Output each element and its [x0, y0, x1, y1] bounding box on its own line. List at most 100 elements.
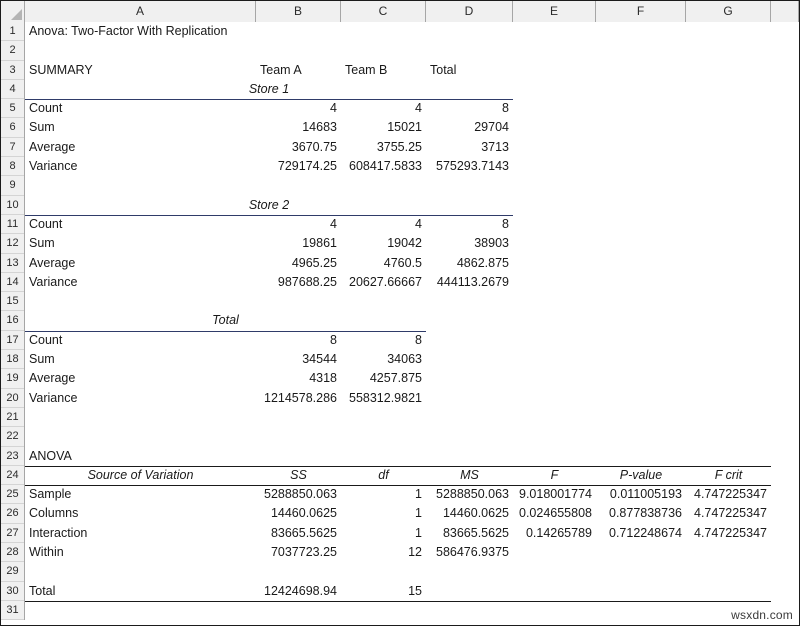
row-label: Total — [25, 582, 256, 601]
table-row — [25, 292, 799, 311]
row-header[interactable]: 13 — [1, 254, 24, 273]
row-header[interactable]: 22 — [1, 427, 24, 446]
cell-value: 0.14265789 — [513, 524, 596, 543]
row-header[interactable]: 9 — [1, 176, 24, 195]
summary-header-team-a: Team A — [256, 61, 341, 80]
cell-value: 15021 — [341, 118, 426, 137]
row-header[interactable]: 18 — [1, 350, 24, 369]
table-row: Sum 34544 34063 — [25, 350, 799, 369]
table-row: Within 7037723.25 12 586476.9375 — [25, 543, 799, 562]
cell-value: 558312.9821 — [341, 389, 426, 408]
row-header-strip: 1 2 3 4 5 6 7 8 9 10 11 12 13 14 15 16 1… — [1, 22, 25, 620]
row-header[interactable]: 1 — [1, 22, 24, 41]
row-label: Count — [25, 331, 256, 350]
row-label: Variance — [25, 157, 256, 176]
group-caption-total: Total — [25, 311, 426, 330]
anova-total-row: Total 12424698.94 15 — [25, 582, 799, 601]
table-row — [25, 427, 799, 446]
table-row — [25, 41, 799, 60]
row-header[interactable]: 2 — [1, 41, 24, 60]
cell-value: 5288850.063 — [426, 485, 513, 504]
table-row — [25, 408, 799, 427]
cell-value: 4965.25 — [256, 254, 341, 273]
row-header[interactable]: 15 — [1, 292, 24, 311]
cell-value: 1 — [341, 524, 426, 543]
row-header[interactable]: 24 — [1, 466, 24, 485]
cell-value: 4318 — [256, 369, 341, 388]
anova-header-f: F — [513, 466, 596, 485]
cell-value: 3755.25 — [341, 138, 426, 157]
cell-value: 38903 — [426, 234, 513, 253]
row-label: Sum — [25, 234, 256, 253]
table-row: ANOVA — [25, 447, 799, 466]
row-header[interactable]: 19 — [1, 369, 24, 388]
row-header[interactable]: 10 — [1, 196, 24, 215]
cell-value: 4760.5 — [341, 254, 426, 273]
cell-value: 15 — [341, 582, 426, 601]
column-header-f[interactable]: F — [596, 1, 686, 22]
row-header[interactable]: 5 — [1, 99, 24, 118]
table-row: Store 1 — [25, 80, 799, 99]
row-label: Sample — [25, 485, 256, 504]
row-header[interactable]: 30 — [1, 582, 24, 601]
cells-area: Anova: Two-Factor With Replication SUMMA… — [25, 22, 799, 625]
cell-value: 1 — [341, 504, 426, 523]
select-all-corner[interactable] — [1, 1, 25, 22]
cell-value: 4.747225347 — [686, 504, 771, 523]
anova-header-ss: SS — [256, 466, 341, 485]
column-header-d[interactable]: D — [426, 1, 513, 22]
cell-value: 12 — [341, 543, 426, 562]
row-header[interactable]: 26 — [1, 504, 24, 523]
row-header[interactable]: 28 — [1, 543, 24, 562]
row-header[interactable]: 31 — [1, 601, 24, 620]
row-header[interactable]: 14 — [1, 273, 24, 292]
row-header[interactable]: 16 — [1, 311, 24, 330]
row-header[interactable]: 8 — [1, 157, 24, 176]
table-row: Total — [25, 311, 799, 330]
row-header[interactable]: 25 — [1, 485, 24, 504]
row-header[interactable]: 21 — [1, 408, 24, 427]
column-header-c[interactable]: C — [341, 1, 426, 22]
cell-value: 987688.25 — [256, 273, 341, 292]
cell-value: 19861 — [256, 234, 341, 253]
table-row — [25, 176, 799, 195]
column-header-a[interactable]: A — [25, 1, 256, 22]
column-header-h[interactable] — [771, 1, 799, 22]
row-header[interactable]: 20 — [1, 389, 24, 408]
cell-value: 444113.2679 — [426, 273, 513, 292]
row-header[interactable]: 11 — [1, 215, 24, 234]
table-row — [25, 601, 799, 620]
row-label: Sum — [25, 118, 256, 137]
anova-header-f-crit: F crit — [686, 466, 771, 485]
anova-header-p-value: P-value — [596, 466, 686, 485]
cell-value: 8 — [426, 99, 513, 118]
select-all-triangle-icon — [11, 9, 22, 20]
column-header-g[interactable]: G — [686, 1, 771, 22]
row-label: Columns — [25, 504, 256, 523]
summary-header-total: Total — [426, 61, 513, 80]
anova-header-df: df — [341, 466, 426, 485]
column-header-b[interactable]: B — [256, 1, 341, 22]
row-header[interactable]: 29 — [1, 562, 24, 581]
cell-value: 4 — [256, 215, 341, 234]
table-row: Variance 1214578.286 558312.9821 — [25, 389, 799, 408]
row-label: Sum — [25, 350, 256, 369]
cell-value: 4.747225347 — [686, 524, 771, 543]
row-header[interactable]: 23 — [1, 447, 24, 466]
cell-value: 83665.5625 — [426, 524, 513, 543]
table-row: Count 4 4 8 — [25, 99, 799, 118]
cell-value: 7037723.25 — [256, 543, 341, 562]
table-row: Variance 729174.25 608417.5833 575293.71… — [25, 157, 799, 176]
cell-value: 20627.66667 — [341, 273, 426, 292]
row-header[interactable]: 27 — [1, 524, 24, 543]
table-row: Sample 5288850.063 1 5288850.063 9.01800… — [25, 485, 799, 504]
table-row: Average 3670.75 3755.25 3713 — [25, 138, 799, 157]
row-header[interactable]: 3 — [1, 61, 24, 80]
row-header[interactable]: 6 — [1, 118, 24, 137]
cell-value: 14460.0625 — [426, 504, 513, 523]
row-header[interactable]: 4 — [1, 80, 24, 99]
row-header[interactable]: 12 — [1, 234, 24, 253]
column-header-e[interactable]: E — [513, 1, 596, 22]
row-header[interactable]: 7 — [1, 138, 24, 157]
row-header[interactable]: 17 — [1, 331, 24, 350]
